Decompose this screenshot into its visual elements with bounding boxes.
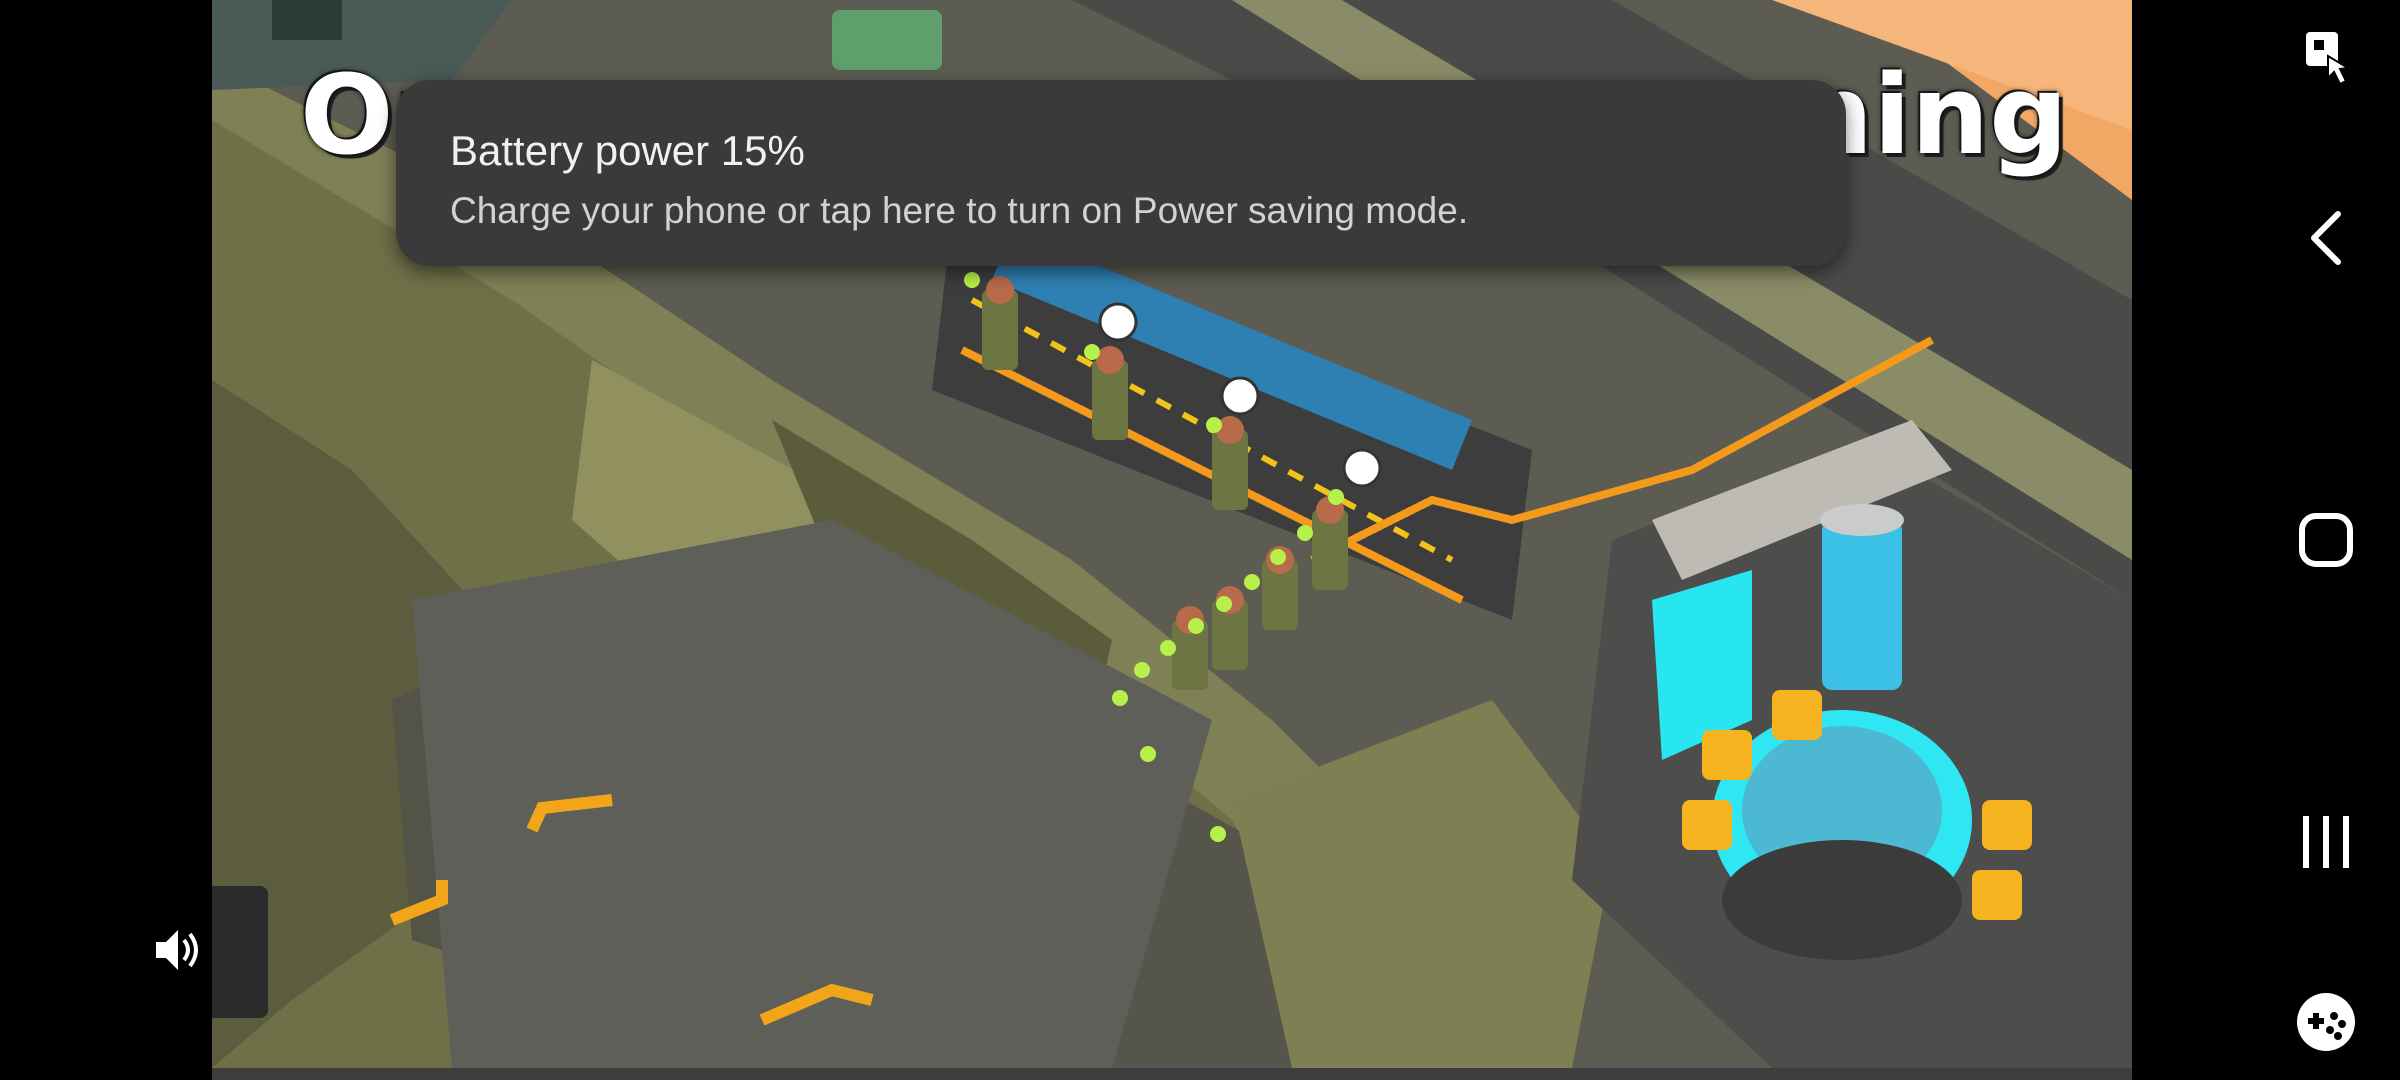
volume-panel xyxy=(212,886,268,1018)
battery-notification[interactable]: Battery power 15% Charge your phone or t… xyxy=(396,80,1846,266)
notification-body: Charge your phone or tap here to turn on… xyxy=(450,190,1469,231)
volume-icon[interactable] xyxy=(150,922,206,978)
recents-icon[interactable] xyxy=(2290,806,2362,878)
pin-icon[interactable] xyxy=(2290,22,2362,94)
device-screen: Or ning Battery power 15% Charge your ph… xyxy=(0,0,2400,1080)
game-controller-icon[interactable] xyxy=(2290,986,2362,1058)
notification-title: Battery power 15% xyxy=(450,127,805,174)
video-progress-track[interactable] xyxy=(212,1068,2132,1080)
back-icon[interactable] xyxy=(2290,202,2362,274)
home-icon[interactable] xyxy=(2290,504,2362,576)
